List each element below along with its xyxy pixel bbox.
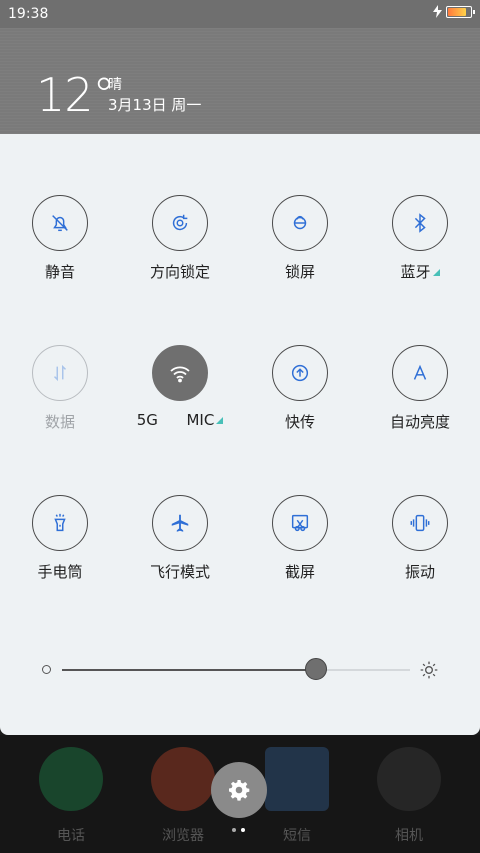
dock-app-phone[interactable]: 电话 — [36, 747, 106, 845]
phone-icon — [39, 747, 103, 811]
toggle-screenshot[interactable]: 截屏 — [240, 495, 360, 582]
dock-app-browser[interactable]: 浏览器 — [148, 747, 218, 845]
toggle-fast-transfer-button[interactable] — [272, 345, 328, 401]
settings-button[interactable] — [211, 762, 267, 818]
more-indicator-icon — [216, 417, 224, 424]
dock-app-label: 短信 — [283, 828, 311, 844]
bluetooth-icon — [414, 213, 426, 233]
brightness-low-icon — [42, 665, 51, 674]
bell-off-icon — [52, 215, 68, 232]
toggle-label: 手电筒 — [37, 563, 83, 581]
data-arrows-icon — [53, 364, 67, 382]
toggle-airplane-button[interactable] — [152, 495, 208, 551]
toggle-lock-screen-button[interactable] — [272, 195, 328, 251]
toggle-airplane[interactable]: 飞行模式 — [120, 495, 240, 582]
more-indicator-icon — [432, 269, 440, 276]
toggle-rotation-lock-button[interactable] — [152, 195, 208, 251]
browser-icon — [151, 747, 215, 811]
toggle-lock-screen[interactable]: 锁屏 — [240, 195, 360, 282]
brightness-high-icon — [420, 661, 438, 679]
toggle-wifi-button[interactable] — [152, 345, 208, 401]
lock-icon — [293, 215, 307, 230]
temperature: 12° — [36, 68, 116, 122]
rotation-lock-icon — [172, 214, 188, 231]
toggle-vibrate-button[interactable] — [392, 495, 448, 551]
toggle-label: 截屏 — [284, 563, 315, 581]
toggle-label: 快传 — [284, 413, 315, 431]
page-dot-active — [241, 828, 245, 832]
brightness-slider-fill — [62, 669, 317, 671]
toggle-label: 振动 — [404, 563, 435, 581]
toggle-flashlight[interactable]: 手电筒 — [0, 495, 120, 582]
toggle-fast-transfer[interactable]: 快传 — [240, 345, 360, 432]
toggle-label-row: 5G MIC — [120, 411, 240, 429]
toggle-label: 飞行模式 — [149, 563, 210, 581]
date-label: 3月13日 周一 — [108, 96, 202, 114]
toggle-label: 方向锁定 — [149, 263, 210, 281]
toggle-data[interactable]: 数据 — [0, 345, 120, 432]
status-time: 19:38 — [8, 6, 49, 22]
dock-app-label: 相机 — [395, 828, 423, 844]
status-bar: 19:38 — [0, 0, 480, 28]
toggle-auto-brightness[interactable]: 自动亮度 — [360, 345, 480, 432]
camera-icon — [377, 747, 441, 811]
page-indicator — [232, 828, 245, 832]
quick-settings-panel: 静音 方向锁定 锁屏 蓝牙 数据 5G MIC 快传 自动亮度 手电筒 飞行模式… — [0, 134, 480, 735]
status-icons — [433, 5, 475, 18]
dock-app-label: 电话 — [57, 828, 85, 844]
toggle-label: 静音 — [44, 263, 75, 281]
screenshot-icon — [291, 514, 309, 532]
dock-app-messages[interactable]: 短信 — [262, 747, 332, 845]
toggle-label: 蓝牙 — [400, 263, 431, 281]
flashlight-icon — [54, 513, 66, 532]
toggle-silent-button[interactable] — [32, 195, 88, 251]
wifi-icon — [170, 366, 190, 383]
toggle-bluetooth-button[interactable] — [392, 195, 448, 251]
toggle-auto-brightness-button[interactable] — [392, 345, 448, 401]
toggle-wifi[interactable]: 5G MIC — [120, 345, 240, 429]
gear-icon — [229, 780, 250, 801]
toggle-label-row: 蓝牙 — [360, 261, 480, 282]
airplane-icon — [171, 514, 189, 532]
toggle-label: 数据 — [44, 413, 75, 431]
toggle-screenshot-button[interactable] — [272, 495, 328, 551]
dock-app-label: 浏览器 — [162, 828, 204, 844]
vibrate-icon — [410, 514, 430, 532]
brightness-slider[interactable] — [62, 658, 410, 680]
page-dot — [232, 828, 236, 832]
toggle-flashlight-button[interactable] — [32, 495, 88, 551]
toggle-data-button[interactable] — [32, 345, 88, 401]
message-icon — [265, 747, 329, 811]
auto-brightness-icon — [413, 364, 427, 380]
toggle-bluetooth[interactable]: 蓝牙 — [360, 195, 480, 282]
brightness-slider-handle[interactable] — [305, 658, 328, 680]
toggle-vibrate[interactable]: 振动 — [360, 495, 480, 582]
dock-app-camera[interactable]: 相机 — [374, 747, 444, 845]
toggle-rotation-lock[interactable]: 方向锁定 — [120, 195, 240, 282]
weather-header[interactable]: 12° 晴 3月13日 周一 — [0, 28, 480, 134]
toggle-label: 锁屏 — [284, 263, 315, 281]
toggle-label: 5G MIC — [136, 411, 215, 429]
fast-transfer-icon — [291, 364, 309, 382]
toggle-label: 自动亮度 — [389, 413, 450, 431]
charging-icon — [433, 5, 442, 18]
battery-icon — [446, 5, 475, 18]
weather-condition: 晴 — [108, 77, 122, 93]
toggle-silent[interactable]: 静音 — [0, 195, 120, 282]
